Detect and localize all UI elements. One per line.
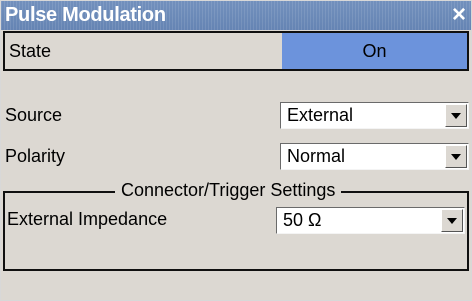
state-toggle-button[interactable]: On [282,33,467,69]
chevron-down-icon[interactable] [445,145,467,168]
polarity-value: Normal [287,146,346,166]
state-label: State [9,41,52,61]
chevron-down-icon[interactable] [445,104,467,127]
source-select[interactable]: External [280,102,469,129]
external-impedance-select[interactable]: 50 Ω [276,207,465,234]
source-label: Source [5,105,63,125]
state-row: State On [3,31,469,71]
external-impedance-label: External Impedance [7,209,168,229]
polarity-label: Polarity [5,146,66,166]
connector-trigger-settings-group: Connector/Trigger Settings External Impe… [3,180,469,271]
title-bar[interactable]: Pulse Modulation × [1,1,471,30]
chevron-down-icon[interactable] [441,209,463,232]
close-icon[interactable]: × [447,2,471,28]
pulse-modulation-dialog: Pulse Modulation × State On Source Exter… [0,0,472,301]
group-title: Connector/Trigger Settings [115,180,342,201]
source-value: External [287,105,354,125]
dialog-title: Pulse Modulation [5,4,166,26]
external-impedance-value: 50 Ω [283,210,322,230]
polarity-select[interactable]: Normal [280,143,469,170]
